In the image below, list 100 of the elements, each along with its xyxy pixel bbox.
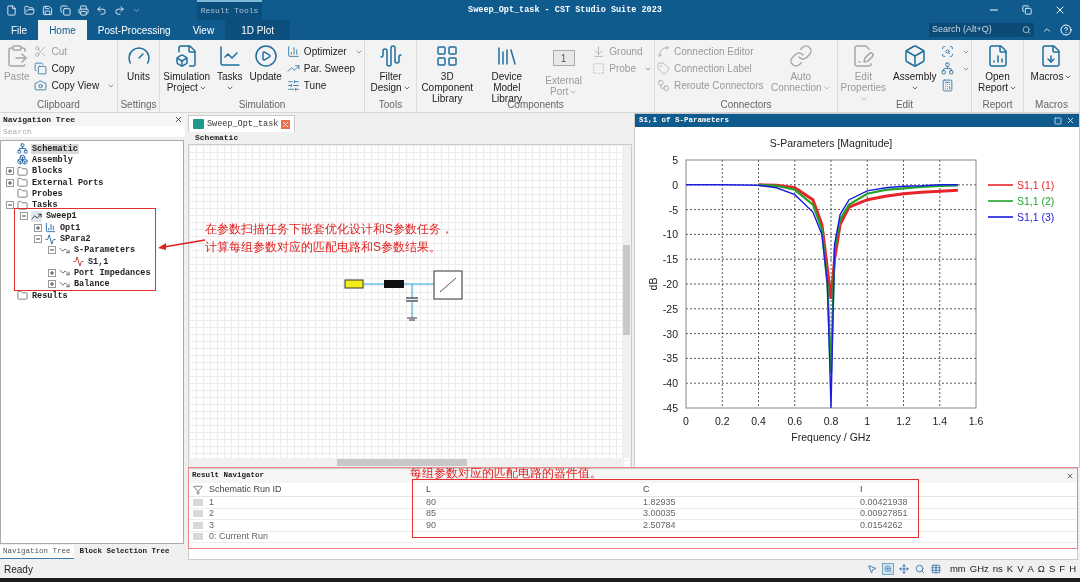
table-cell-text: 80 xyxy=(425,495,437,509)
ribbon-button[interactable]: Copy View xyxy=(34,77,116,94)
tick-label: 1.2 xyxy=(896,415,911,427)
ribbon-button[interactable]: Update xyxy=(247,43,284,82)
tick-label: 1 xyxy=(864,415,871,427)
ribbon-button[interactable]: Filter Design xyxy=(367,43,414,93)
tick-label: 1.6 xyxy=(968,415,984,427)
tree-item[interactable]: Schematic xyxy=(31,143,79,154)
menu-tab[interactable]: View xyxy=(181,20,226,40)
column-header[interactable]: L xyxy=(425,482,643,497)
menu-tab[interactable]: Home xyxy=(38,20,87,40)
table-cell-text: 0.0154262 xyxy=(860,518,904,532)
ribbon-button[interactable]: Copy xyxy=(34,60,116,77)
tree-item[interactable]: Tasks xyxy=(31,200,59,211)
ribbon-button[interactable]: Units xyxy=(124,43,153,82)
tick-label: 1.4 xyxy=(932,415,948,427)
ribbon-button[interactable]: Tasks xyxy=(215,43,245,93)
tick-label: -40 xyxy=(662,377,678,390)
unit-label: H xyxy=(1069,561,1076,576)
annotation-text: 在参数扫描任务下嵌套优化设计和S参数任务， xyxy=(205,221,453,238)
tree-item[interactable]: Opt1 xyxy=(59,222,82,233)
tick-label: 0.8 xyxy=(823,415,839,427)
unit-label: F xyxy=(1059,561,1066,576)
unit-label: K xyxy=(1006,561,1014,576)
tick-label: 0 xyxy=(683,415,689,427)
table-cell-text: 3.00035 xyxy=(643,507,677,520)
group-label: Simulation xyxy=(237,99,287,112)
column-header[interactable]: Schematic Run ID xyxy=(208,482,426,497)
tick-label: -20 xyxy=(662,278,678,290)
legend-label: S1,1 (3) xyxy=(1017,211,1055,223)
tree-item[interactable]: S-Parameters xyxy=(73,245,137,256)
group-label: Macros xyxy=(1034,99,1069,112)
group-label: Report xyxy=(981,99,1014,112)
legend-label: S1,1 (1) xyxy=(1017,179,1055,191)
group-label: Settings xyxy=(119,99,158,112)
unit-label: A xyxy=(1027,561,1034,576)
tree-item[interactable]: Port Impedances xyxy=(73,267,152,278)
column-header[interactable]: C xyxy=(643,482,860,497)
ribbon-button[interactable]: Open Report xyxy=(974,43,1021,93)
ribbon-button[interactable]: Assembly xyxy=(891,43,939,93)
search-field[interactable]: Search (Alt+Q) xyxy=(929,23,1034,37)
tick-label: 0.4 xyxy=(751,415,766,427)
tree-item[interactable]: Probes xyxy=(31,188,64,199)
unit-label: Ω xyxy=(1037,561,1045,576)
tree-item[interactable]: Balance xyxy=(73,279,111,290)
unit-label: S xyxy=(1048,561,1056,576)
tick-label: -5 xyxy=(668,203,678,216)
ribbon-button[interactable]: Simulation Project xyxy=(161,43,213,93)
ribbon-button[interactable]: Optimizer xyxy=(286,43,363,60)
table-cell-text: 90 xyxy=(425,518,437,532)
group-label: Connectors xyxy=(719,99,773,112)
ribbon-button[interactable]: Tune xyxy=(286,77,363,94)
group-label: Tools xyxy=(377,99,404,112)
menu-tab[interactable]: 1D Plot xyxy=(225,20,291,40)
table-cell-text: 0.00927851 xyxy=(860,507,909,520)
table-cell-text: 2 xyxy=(208,507,215,520)
menu-tab[interactable]: File xyxy=(0,20,39,40)
tick-label: 0.6 xyxy=(787,415,803,427)
document-tab[interactable]: Sweep_Opt_task xyxy=(188,115,296,132)
tick-label: 0 xyxy=(672,178,678,191)
tree-item[interactable]: Blocks xyxy=(31,166,64,177)
table-cell-text: 0: Current Run xyxy=(209,530,270,543)
tick-label: -35 xyxy=(662,352,678,365)
unit-label: ns xyxy=(992,561,1003,576)
unit-label: V xyxy=(1017,561,1024,576)
unit-label: GHz xyxy=(969,561,989,576)
chart-title: S-Parameters [Magnitude] xyxy=(769,137,893,149)
unit-label: mm xyxy=(949,561,966,576)
column-header[interactable]: I xyxy=(860,482,1077,497)
tree-item[interactable]: Sweep1 xyxy=(45,211,78,222)
menu-tab[interactable]: Post-Processing xyxy=(86,20,182,40)
group-label: Clipboard xyxy=(36,99,81,112)
view-title: Schematic xyxy=(195,132,239,144)
tick-label: 0.2 xyxy=(714,415,730,427)
table-cell-text: 0.00421938 xyxy=(860,495,909,509)
tree-item[interactable]: External Ports xyxy=(31,177,105,188)
table-cell-text: 1 xyxy=(208,495,215,509)
tree-item[interactable]: S1,1 xyxy=(87,256,110,267)
ribbon-button[interactable]: Par. Sweep xyxy=(286,60,363,77)
panel-title: Navigation Tree xyxy=(3,113,75,126)
tick-label: -45 xyxy=(662,402,678,414)
ribbon-button[interactable]: 3D Component Library xyxy=(419,43,476,104)
tree-item[interactable]: SPara2 xyxy=(59,234,92,244)
port-icon: 1 xyxy=(552,50,575,66)
window-title: Sweep_Opt_task - CST Studio Suite 2023 xyxy=(468,3,662,17)
tick-label: -25 xyxy=(662,302,678,315)
table-cell-text: 85 xyxy=(425,507,437,520)
tick-label: -10 xyxy=(662,228,678,241)
group-label: Edit xyxy=(894,99,915,112)
axis-label: Frequency / GHz xyxy=(791,431,871,443)
status-text: Ready xyxy=(4,562,33,577)
axis-label: dB xyxy=(647,277,659,291)
table-cell-text: 2.50784 xyxy=(643,518,677,532)
ribbon-button[interactable]: Macros xyxy=(1028,43,1075,82)
search-field[interactable]: Search xyxy=(1,126,185,137)
context-label: Result Tools xyxy=(200,5,259,17)
tick-label: -15 xyxy=(662,253,678,266)
table-cell-text: 3 xyxy=(208,518,215,532)
tree-item[interactable]: Assembly xyxy=(31,154,74,165)
tree-item[interactable]: Results xyxy=(31,290,69,301)
